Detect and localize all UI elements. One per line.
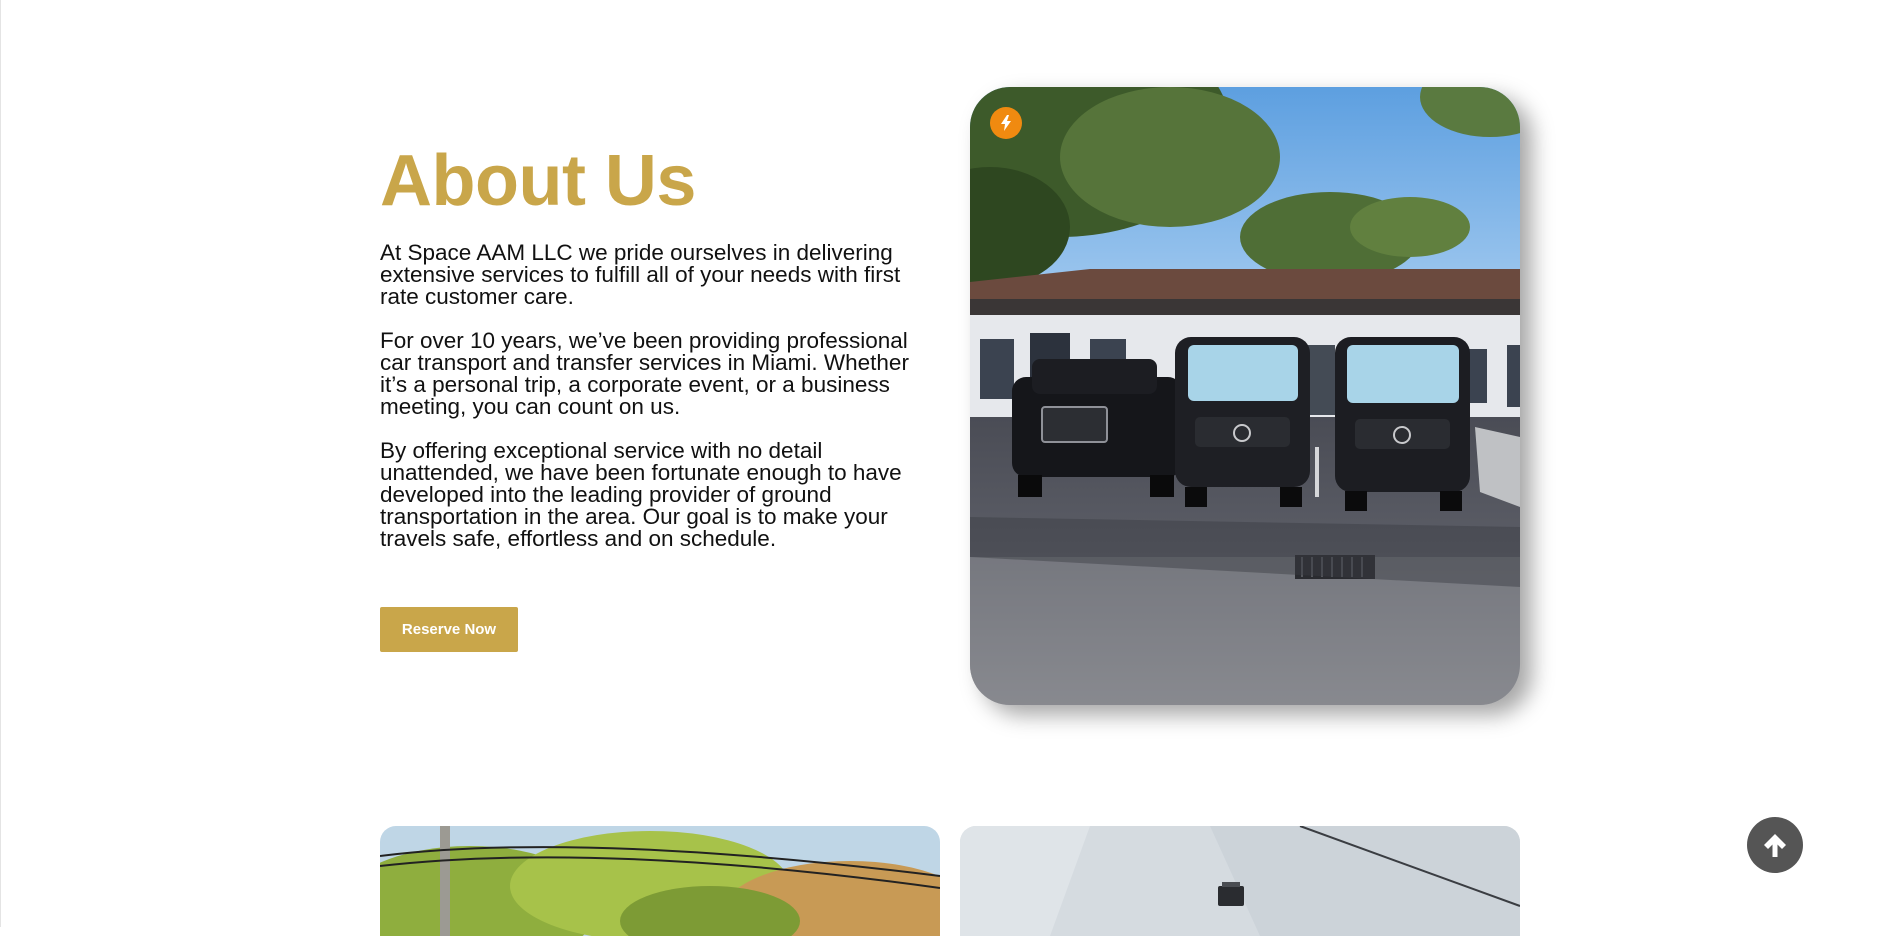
about-title: About Us [380, 141, 696, 221]
page-edge [0, 0, 1, 927]
fleet-photo-illustration [970, 87, 1520, 705]
about-section: About Us At Space AAM LLC we pride ourse… [380, 140, 940, 550]
arrow-up-icon [1764, 834, 1786, 857]
fleet-photo [970, 87, 1520, 705]
gallery-photo-trees [380, 826, 940, 936]
about-paragraph-3: By offering exceptional service with no … [380, 438, 902, 551]
about-paragraph-2: For over 10 years, we’ve been providing … [380, 328, 909, 419]
lightning-icon [990, 107, 1022, 139]
reserve-now-button[interactable]: Reserve Now [380, 607, 518, 652]
gallery-photo-wall [960, 826, 1520, 936]
scroll-to-top-button[interactable] [1747, 817, 1803, 873]
about-paragraph-1: At Space AAM LLC we pride ourselves in d… [380, 240, 901, 309]
